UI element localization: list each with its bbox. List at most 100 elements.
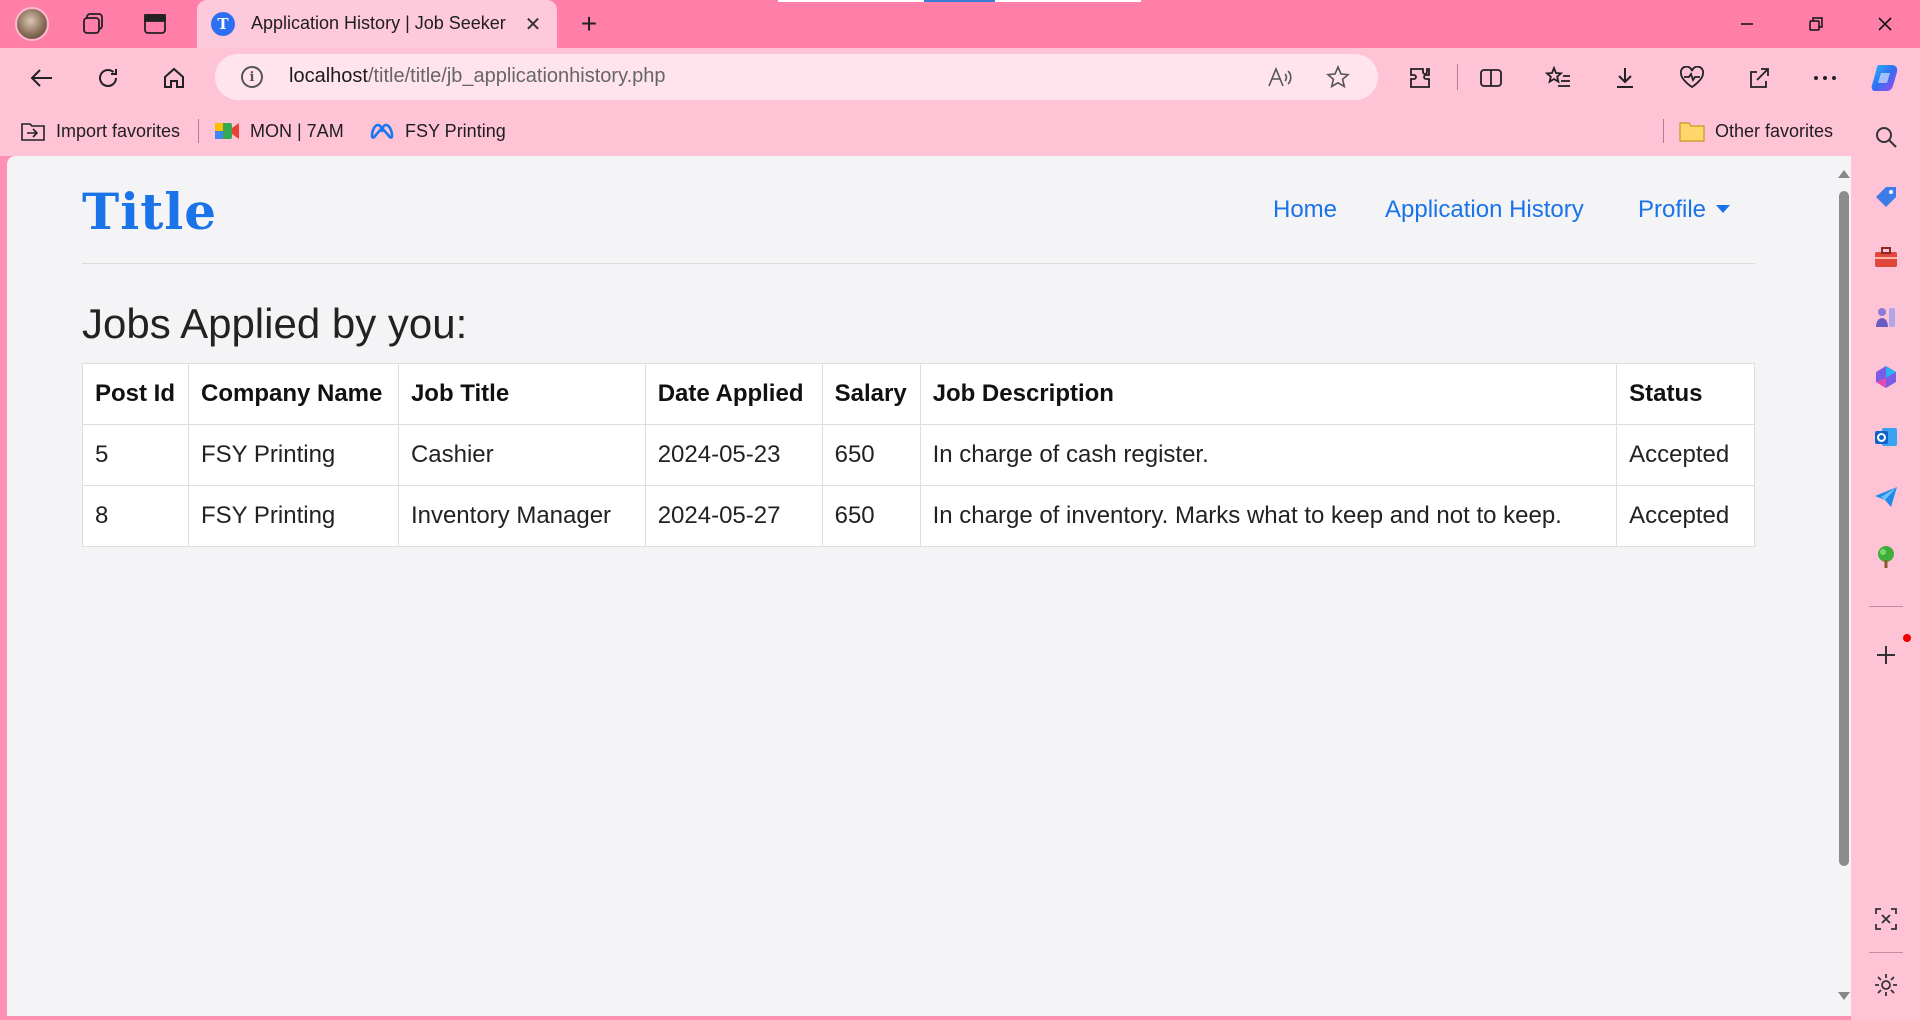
cell-status: Accepted bbox=[1616, 424, 1755, 486]
games-icon[interactable] bbox=[1871, 302, 1901, 332]
nav-profile-dropdown[interactable]: Profile bbox=[1638, 196, 1731, 224]
column-header-company-name: Company Name bbox=[187, 363, 399, 425]
outlook-icon[interactable] bbox=[1871, 422, 1901, 452]
tab-title: Application History | Job Seeker bbox=[251, 13, 506, 33]
refresh-button[interactable] bbox=[88, 58, 128, 98]
header-divider bbox=[82, 263, 1755, 264]
restore-button[interactable] bbox=[1794, 6, 1838, 42]
favorite-import-label: Import favorites bbox=[56, 120, 181, 141]
tab-strip: T Application History | Job Seeker ✕ + bbox=[0, 0, 1920, 48]
search-icon[interactable] bbox=[1871, 122, 1901, 152]
url-text[interactable]: localhost/title/title/jb_applicationhist… bbox=[289, 65, 666, 88]
table-header-row: Post Id Company Name Job Title Date Appl… bbox=[82, 363, 1755, 425]
tree-icon[interactable] bbox=[1871, 542, 1901, 572]
cell-date-applied: 2024-05-27 bbox=[644, 485, 823, 547]
microsoft365-icon[interactable] bbox=[1871, 362, 1901, 392]
table-row: 8 FSY Printing Inventory Manager 2024-05… bbox=[82, 485, 1755, 547]
vertical-tabs-icon[interactable] bbox=[139, 8, 171, 40]
favorites-separator bbox=[1663, 119, 1664, 143]
column-header-post-id: Post Id bbox=[82, 363, 189, 425]
close-window-button[interactable] bbox=[1863, 6, 1907, 42]
shopping-tag-icon[interactable] bbox=[1871, 182, 1901, 212]
cell-post-id: 5 bbox=[82, 424, 189, 486]
favorite-import[interactable]: Import favorites bbox=[20, 117, 180, 145]
screenshot-icon[interactable] bbox=[1871, 904, 1901, 934]
extensions-icon[interactable] bbox=[1400, 58, 1440, 98]
close-tab-icon[interactable]: ✕ bbox=[519, 10, 547, 38]
read-aloud-icon[interactable] bbox=[1260, 57, 1300, 97]
downloads-icon[interactable] bbox=[1605, 58, 1645, 98]
cell-job-description: In charge of inventory. Marks what to ke… bbox=[919, 485, 1618, 547]
minimize-button[interactable] bbox=[1725, 6, 1769, 42]
cell-job-title: Inventory Manager bbox=[397, 485, 646, 547]
address-bar[interactable]: i localhost/title/title/jb_applicationhi… bbox=[215, 54, 1378, 100]
meta-icon bbox=[370, 123, 394, 139]
cell-date-applied: 2024-05-23 bbox=[644, 424, 823, 486]
import-icon bbox=[21, 123, 45, 141]
favorites-separator bbox=[198, 119, 199, 143]
cell-job-description: In charge of cash register. bbox=[919, 424, 1618, 486]
column-header-salary: Salary bbox=[821, 363, 921, 425]
site-info-icon[interactable]: i bbox=[241, 66, 263, 88]
cell-post-id: 8 bbox=[82, 485, 189, 547]
favorite-star-icon[interactable] bbox=[1318, 57, 1358, 97]
settings-gear-icon[interactable] bbox=[1871, 970, 1901, 1000]
caret-down-icon bbox=[1716, 205, 1731, 213]
site-logo[interactable]: Title bbox=[82, 182, 217, 241]
add-app-icon[interactable] bbox=[1871, 640, 1901, 670]
other-favorites-label: Other favorites bbox=[1715, 120, 1834, 141]
nav-profile-label: Profile bbox=[1638, 196, 1707, 223]
copilot-icon[interactable] bbox=[1866, 58, 1906, 98]
sidebar-divider bbox=[1869, 606, 1903, 607]
column-header-job-title: Job Title bbox=[397, 363, 646, 425]
cell-job-title: Cashier bbox=[397, 424, 646, 486]
sidebar-divider bbox=[1869, 952, 1903, 953]
site-favicon-icon: T bbox=[211, 12, 235, 36]
new-tab-button[interactable]: + bbox=[573, 8, 605, 40]
notification-dot bbox=[1903, 634, 1911, 642]
scroll-down-arrow-icon[interactable] bbox=[1838, 992, 1850, 1000]
favorites-list-icon[interactable] bbox=[1538, 58, 1578, 98]
favorites-bar: Import favorites MON | 7AM FSY Printing … bbox=[0, 106, 1920, 156]
workspaces-icon[interactable] bbox=[77, 8, 109, 40]
loading-bar bbox=[778, 0, 924, 2]
column-header-date-applied: Date Applied bbox=[644, 363, 823, 425]
table-row: 5 FSY Printing Cashier 2024-05-23 650 In… bbox=[82, 424, 1755, 486]
column-header-status: Status bbox=[1616, 363, 1755, 425]
more-options-icon[interactable] bbox=[1805, 58, 1845, 98]
nav-application-history[interactable]: Application History bbox=[1385, 196, 1584, 224]
favorite-fsy-label: FSY Printing bbox=[405, 120, 506, 141]
cell-company-name: FSY Printing bbox=[187, 424, 399, 486]
page-viewport: Title Home Application History Profile J… bbox=[7, 156, 1851, 1016]
favorite-meeting-label: MON | 7AM bbox=[250, 120, 344, 141]
scrollbar-thumb[interactable] bbox=[1839, 191, 1849, 866]
tools-icon[interactable] bbox=[1871, 242, 1901, 272]
toolbar-separator bbox=[1457, 64, 1458, 90]
applications-table: Post Id Company Name Job Title Date Appl… bbox=[82, 363, 1755, 547]
back-button[interactable] bbox=[22, 58, 62, 98]
active-tab[interactable]: T Application History | Job Seeker ✕ bbox=[197, 0, 557, 48]
vertical-scrollbar[interactable] bbox=[1836, 156, 1851, 1016]
page-heading: Jobs Applied by you: bbox=[82, 300, 468, 347]
nav-home[interactable]: Home bbox=[1273, 196, 1337, 224]
favorite-meeting[interactable]: MON | 7AM bbox=[214, 117, 344, 145]
split-screen-icon[interactable] bbox=[1471, 58, 1511, 98]
cell-salary: 650 bbox=[821, 485, 921, 547]
browser-toolbar: i localhost/title/title/jb_applicationhi… bbox=[0, 48, 1920, 106]
loading-bar-active bbox=[924, 0, 995, 2]
send-icon[interactable] bbox=[1871, 482, 1901, 512]
loading-bar-tail bbox=[995, 0, 1141, 2]
edge-sidebar bbox=[1851, 106, 1920, 1020]
browser-essentials-icon[interactable] bbox=[1672, 58, 1712, 98]
meet-icon bbox=[215, 123, 239, 139]
column-header-job-description: Job Description bbox=[919, 363, 1618, 425]
scroll-up-arrow-icon[interactable] bbox=[1838, 170, 1850, 178]
cell-salary: 650 bbox=[821, 424, 921, 486]
folder-icon bbox=[1679, 122, 1705, 142]
profile-avatar[interactable] bbox=[15, 7, 49, 41]
cell-status: Accepted bbox=[1616, 485, 1755, 547]
favorite-fsy-printing[interactable]: FSY Printing bbox=[369, 117, 506, 145]
home-button[interactable] bbox=[154, 58, 194, 98]
other-favorites[interactable]: Other favorites bbox=[1679, 117, 1833, 145]
share-icon[interactable] bbox=[1739, 58, 1779, 98]
